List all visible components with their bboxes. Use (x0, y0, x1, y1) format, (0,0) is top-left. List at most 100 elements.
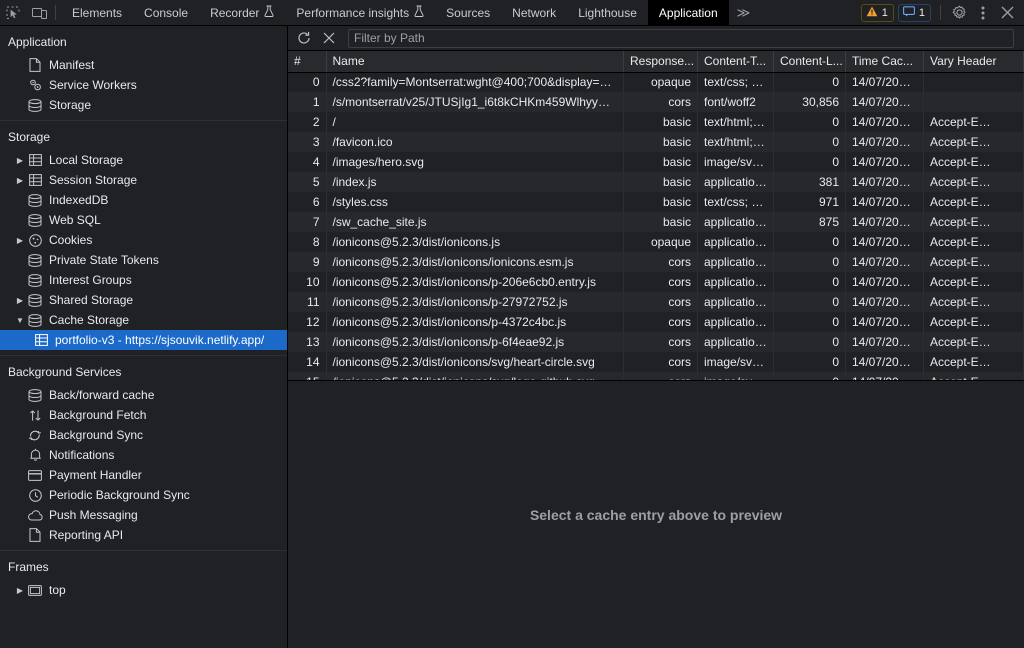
cell-time-cached: 14/07/202… (845, 192, 924, 212)
cell-content-type: image/sv… (697, 152, 774, 172)
table-icon (26, 172, 44, 188)
sidebar-item-periodic-background-sync[interactable]: ▶ Periodic Background Sync (0, 485, 287, 505)
sidebar-item-web-sql[interactable]: ▶ Web SQL (0, 210, 287, 230)
cell-vary-header (923, 72, 1024, 92)
table-row[interactable]: 1/s/montserrat/v25/JTUSjIg1_i6t8kCHKm459… (288, 92, 1024, 112)
sidebar-item-indexeddb[interactable]: ▶ IndexedDB (0, 190, 287, 210)
cell-time-cached: 14/07/202… (845, 172, 924, 192)
sidebar-item-shared-storage[interactable]: ▶ Shared Storage (0, 290, 287, 310)
sidebar-item-payment-handler[interactable]: ▶ Payment Handler (0, 465, 287, 485)
tab-lighthouse[interactable]: Lighthouse (567, 0, 648, 26)
filter-by-path-input[interactable] (348, 28, 1014, 48)
gear-icon[interactable] (948, 2, 970, 24)
table-row[interactable]: 14/ionicons@5.2.3/dist/ionicons/svg/hear… (288, 352, 1024, 372)
sidebar-item-private-state-tokens[interactable]: ▶ Private State Tokens (0, 250, 287, 270)
table-row[interactable]: 10/ionicons@5.2.3/dist/ionicons/p-206e6c… (288, 272, 1024, 292)
cache-toolbar (288, 26, 1024, 51)
delete-selected-icon[interactable] (317, 28, 341, 49)
twisty-right-icon[interactable]: ▶ (14, 234, 26, 246)
sidebar-item-notifications[interactable]: ▶ Notifications (0, 445, 287, 465)
sidebar-item-label: Periodic Background Sync (49, 488, 190, 502)
cell-response-type: cors (623, 252, 698, 272)
cell-index: 5 (288, 172, 327, 192)
column-header-response-type[interactable]: Response... (623, 51, 698, 73)
column-header-index[interactable]: # (288, 51, 327, 73)
tab-performance-insights[interactable]: Performance insights (285, 0, 435, 26)
sidebar-item-background-sync[interactable]: ▶ Background Sync (0, 425, 287, 445)
table-row[interactable]: 4/images/hero.svg basic image/sv… 0 14/07/20… (288, 152, 1024, 172)
cell-vary-header: Accept-E… (923, 192, 1024, 212)
column-header-content-length[interactable]: Content-L... (773, 51, 846, 73)
column-header-name[interactable]: Name (326, 51, 624, 73)
column-header-vary-header[interactable]: Vary Header (923, 51, 1024, 73)
cell-name: /ionicons@5.2.3/dist/ionicons/svg/heart-… (326, 352, 624, 372)
cell-name: /ionicons@5.2.3/dist/ionicons/p-27972752… (326, 292, 624, 312)
table-row[interactable]: 9/ionicons@5.2.3/dist/ionicons/ionicons.… (288, 252, 1024, 272)
cache-entries-grid[interactable]: # Name Response... Content-T... Content-… (288, 51, 1024, 381)
table-row[interactable]: 7/sw_cache_site.js basic applicatio… 875 14/… (288, 212, 1024, 232)
sidebar-item-cookies[interactable]: ▶ Cookies (0, 230, 287, 250)
warning-count-badge[interactable]: 1 (860, 3, 894, 22)
message-count-badge[interactable]: 1 (897, 3, 931, 22)
database-icon (26, 387, 44, 403)
cookie-icon (26, 232, 44, 248)
table-row[interactable]: 3/favicon.ico basic text/html; … 0 14/07/202… (288, 132, 1024, 152)
tab-label: Network (512, 5, 557, 20)
column-header-time-cached[interactable]: Time Cac... (845, 51, 924, 73)
twisty-right-icon[interactable]: ▶ (14, 584, 26, 596)
table-row[interactable]: 0/css2?family=Montserrat:wght@400;700&di… (288, 72, 1024, 92)
sidebar-item-cache-portfolio-v3[interactable]: portfolio-v3 - https://sjsouvik.netlify.… (0, 330, 287, 350)
warning-count: 1 (881, 6, 888, 19)
cell-index: 2 (288, 112, 327, 132)
twisty-down-icon[interactable]: ▼ (14, 314, 26, 326)
cell-content-length: 971 (773, 192, 846, 212)
sidebar-item-session-storage[interactable]: ▶ Session Storage (0, 170, 287, 190)
database-icon (26, 192, 44, 208)
cell-content-type: text/css; … (697, 192, 774, 212)
twisty-right-icon[interactable]: ▶ (14, 154, 26, 166)
inspect-element-icon[interactable] (0, 1, 26, 25)
kebab-menu-icon[interactable] (972, 2, 994, 24)
cell-content-length: 0 (773, 272, 846, 292)
column-header-content-type[interactable]: Content-T... (697, 51, 774, 73)
sidebar-item-label: Cookies (49, 233, 93, 247)
tab-application[interactable]: Application (647, 0, 729, 26)
sidebar-item-top-frame[interactable]: ▶ top (0, 580, 287, 600)
more-tabs-icon[interactable]: ≫ (729, 5, 758, 21)
table-row[interactable]: 12/ionicons@5.2.3/dist/ionicons/p-4372c4… (288, 312, 1024, 332)
tab-label: Performance insights (296, 5, 410, 20)
twisty-right-icon[interactable]: ▶ (14, 174, 26, 186)
cell-response-type: basic (623, 112, 698, 132)
sidebar-group-application: Application ▶ Manifest ▶ Service Workers (0, 26, 287, 121)
sidebar-item-manifest[interactable]: ▶ Manifest (0, 55, 287, 75)
tab-sources[interactable]: Sources (435, 0, 501, 26)
sidebar-item-back-forward-cache[interactable]: ▶ Back/forward cache (0, 385, 287, 405)
table-row[interactable]: 6/styles.css basic text/css; … 971 14/07/202… (288, 192, 1024, 212)
close-icon[interactable] (996, 2, 1018, 24)
tab-elements[interactable]: Elements (61, 0, 133, 26)
table-row[interactable]: 8/ionicons@5.2.3/dist/ionicons.js opaque a… (288, 232, 1024, 252)
sidebar-item-storage[interactable]: ▶ Storage (0, 95, 287, 115)
sidebar-item-service-workers[interactable]: ▶ Service Workers (0, 75, 287, 95)
table-row[interactable]: 11/ionicons@5.2.3/dist/ionicons/p-279727… (288, 292, 1024, 312)
sidebar-item-interest-groups[interactable]: ▶ Interest Groups (0, 270, 287, 290)
tab-console[interactable]: Console (133, 0, 199, 26)
tab-recorder[interactable]: Recorder (199, 0, 285, 26)
sidebar-item-push-messaging[interactable]: ▶ Push Messaging (0, 505, 287, 525)
sidebar-item-cache-storage[interactable]: ▼ Cache Storage (0, 310, 287, 330)
table-row[interactable]: 5/index.js basic applicatio… 381 14/07/202… A… (288, 172, 1024, 192)
cell-time-cached: 14/07/202… (845, 112, 924, 132)
table-row[interactable]: 2/basic text/html; … 0 14/07/202… Accept-E… (288, 112, 1024, 132)
cell-name: /index.js (326, 172, 624, 192)
cell-index: 12 (288, 312, 327, 332)
refresh-icon[interactable] (292, 28, 316, 49)
sidebar-item-local-storage[interactable]: ▶ Local Storage (0, 150, 287, 170)
sidebar-item-background-fetch[interactable]: ▶ Background Fetch (0, 405, 287, 425)
table-row[interactable]: 13/ionicons@5.2.3/dist/ionicons/p-6f4eae… (288, 332, 1024, 352)
table-row[interactable]: 15/ionicons@5.2.3/dist/ionicons/svg/logo… (288, 372, 1024, 380)
device-toolbar-icon[interactable] (26, 1, 52, 25)
sidebar-item-reporting-api[interactable]: ▶ Reporting API (0, 525, 287, 545)
tab-network[interactable]: Network (501, 0, 567, 26)
twisty-right-icon[interactable]: ▶ (14, 294, 26, 306)
cell-vary-header: Accept-E… (923, 272, 1024, 292)
